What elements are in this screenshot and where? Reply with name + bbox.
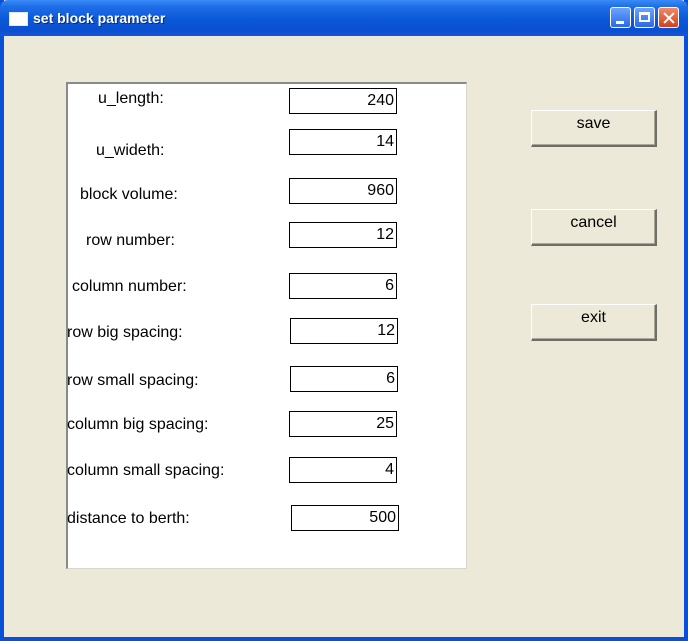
- window-title: set block parameter: [33, 10, 166, 26]
- u-length-label: u_length:: [98, 90, 164, 107]
- close-icon[interactable]: [658, 7, 679, 28]
- exit-button[interactable]: exit: [531, 304, 657, 341]
- row-big-spacing-label: row big spacing:: [67, 324, 183, 341]
- row-small-spacing-field[interactable]: 6: [290, 366, 398, 392]
- block-volume-label: block volume:: [80, 186, 178, 203]
- title-bar[interactable]: set block parameter: [0, 0, 688, 36]
- u-wideth-field[interactable]: 14: [289, 129, 397, 155]
- u-length-field[interactable]: 240: [289, 88, 397, 114]
- row-number-label: row number:: [86, 232, 175, 249]
- u-wideth-label: u_wideth:: [96, 142, 165, 159]
- maximize-icon[interactable]: [634, 7, 655, 28]
- column-number-field[interactable]: 6: [289, 273, 397, 299]
- column-big-spacing-label: column big spacing:: [67, 416, 209, 433]
- window-icon: [9, 12, 28, 26]
- row-number-field[interactable]: 12: [289, 222, 397, 248]
- column-big-spacing-field[interactable]: 25: [289, 411, 397, 437]
- row-big-spacing-field[interactable]: 12: [290, 318, 398, 344]
- cancel-button[interactable]: cancel: [531, 209, 657, 246]
- minimize-icon[interactable]: [610, 7, 631, 28]
- column-small-spacing-label: column small spacing:: [67, 462, 225, 479]
- distance-to-berth-label: distance to berth:: [67, 510, 190, 527]
- row-small-spacing-label: row small spacing:: [67, 372, 199, 389]
- column-number-label: column number:: [72, 278, 187, 295]
- distance-to-berth-field[interactable]: 500: [291, 505, 399, 531]
- save-button[interactable]: save: [531, 110, 657, 147]
- column-small-spacing-field[interactable]: 4: [289, 457, 397, 483]
- block-volume-field[interactable]: 960: [289, 178, 397, 204]
